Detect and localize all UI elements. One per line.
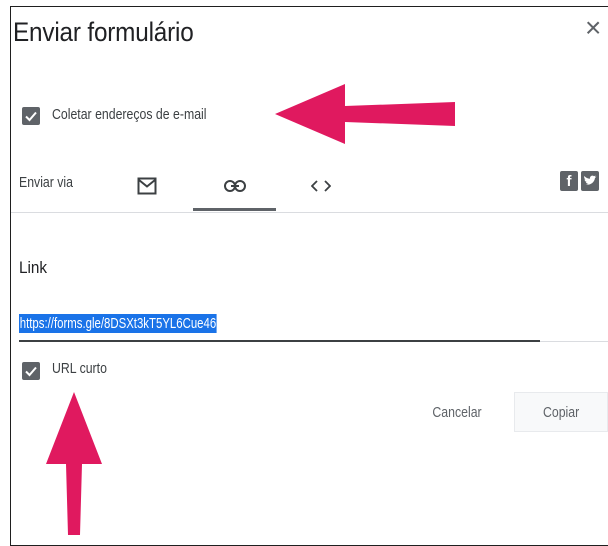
tab-embed[interactable] bbox=[296, 160, 346, 212]
link-url-field[interactable]: https://forms.gle/8DSXt3kT5YL6Cue46 bbox=[19, 314, 217, 333]
tab-email[interactable] bbox=[122, 160, 172, 212]
annotation-arrow-left bbox=[275, 84, 455, 144]
url-field-divider bbox=[540, 341, 608, 342]
dialog-title: Enviar formulário bbox=[13, 17, 194, 47]
check-icon bbox=[25, 366, 37, 377]
selected-tab-indicator bbox=[193, 208, 276, 211]
tab-link[interactable] bbox=[193, 160, 276, 212]
link-icon bbox=[223, 180, 246, 192]
short-url-checkbox[interactable] bbox=[22, 362, 40, 380]
cancel-button[interactable]: Cancelar bbox=[412, 392, 502, 432]
email-icon bbox=[137, 177, 157, 195]
short-url-label: URL curto bbox=[52, 360, 107, 377]
cancel-button-label: Cancelar bbox=[432, 403, 482, 421]
collect-emails-checkbox[interactable] bbox=[22, 107, 40, 125]
facebook-icon[interactable]: f bbox=[560, 171, 578, 191]
twitter-icon[interactable] bbox=[581, 171, 599, 191]
close-icon[interactable]: × bbox=[585, 14, 601, 42]
tabs-divider bbox=[11, 212, 608, 213]
url-field-underline bbox=[19, 340, 540, 342]
check-icon bbox=[25, 111, 37, 122]
embed-icon bbox=[311, 180, 331, 192]
annotation-arrow-up bbox=[46, 392, 102, 535]
copy-button[interactable]: Copiar bbox=[514, 392, 608, 432]
collect-emails-label: Coletar endereços de e-mail bbox=[52, 106, 207, 123]
send-via-label: Enviar via bbox=[19, 174, 74, 191]
link-heading: Link bbox=[19, 258, 48, 277]
copy-button-label: Copiar bbox=[542, 403, 580, 421]
